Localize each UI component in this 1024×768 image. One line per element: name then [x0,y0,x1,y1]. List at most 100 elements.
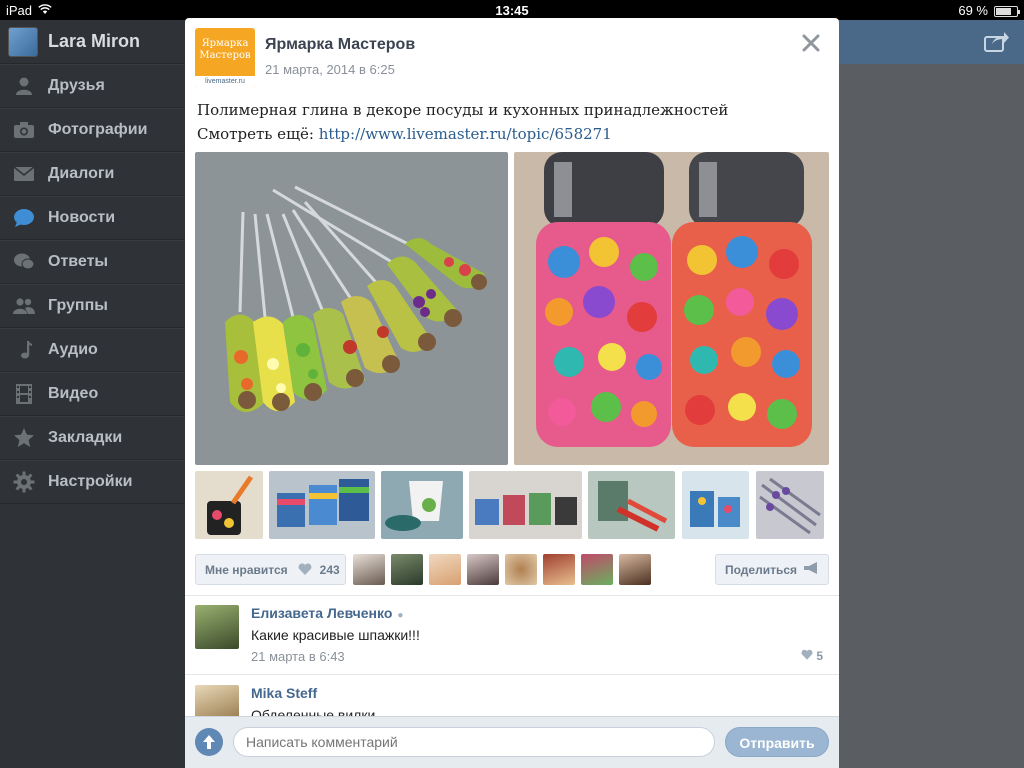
battery-fill [996,7,1012,15]
liker-avatar[interactable] [581,554,613,585]
photo-thumbnail[interactable] [469,471,582,539]
post-text-more: Смотреть ещё: http://www.livemaster.ru/t… [197,122,827,146]
music-note-icon [12,338,36,362]
comment-date: 21 марта в 6:43 [251,649,345,664]
sidebar-item-video[interactable]: Видео [0,372,186,416]
avatar [8,26,38,57]
comment-composer: Отправить [185,716,839,768]
liker-avatar[interactable] [429,554,461,585]
group-logo-text: Ярмарка Мастеров [199,38,251,61]
photo-shakers[interactable] [514,152,829,465]
post-link[interactable]: http://www.livemaster.ru/topic/658271 [319,125,612,143]
chat-bubbles-icon [12,250,36,274]
divider [185,595,839,596]
battery-percent: 69 % [958,3,988,18]
comment-author-row: Mika Steff [251,685,317,701]
share-label: Поделиться [725,562,798,577]
megaphone-icon [803,561,819,578]
gear-icon [12,470,36,494]
group-logo[interactable]: Ярмарка Мастеров livemaster.ru [195,28,255,88]
share-button[interactable]: Поделиться [715,554,829,585]
group-logo-url: livemaster.ru [195,76,255,88]
comment-avatar[interactable] [195,605,239,649]
sidebar-item-groups[interactable]: Группы [0,284,186,328]
post-text-line: Полимерная глина в декоре посуды и кухон… [197,101,729,119]
sidebar-item-audio[interactable]: Аудио [0,328,186,372]
sidebar-item-label: Группы [48,297,108,314]
comment-input[interactable] [233,727,715,757]
post-text-prefix: Смотреть ещё: [197,125,319,143]
camera-icon [12,118,36,142]
sidebar-item-answers[interactable]: Ответы [0,240,186,284]
liker-avatar[interactable] [391,554,423,585]
share-icon[interactable] [984,30,1010,54]
status-right: 69 % [958,3,1020,18]
group-icon [12,294,36,318]
heart-icon [298,562,312,578]
likers-avatars [353,554,651,585]
group-name[interactable]: Ярмарка Мастеров [265,36,415,54]
photo-thumbnail[interactable] [588,471,675,539]
sidebar-item-label: Диалоги [48,165,115,182]
post-modal: Ярмарка Мастеров livemaster.ru Ярмарка М… [185,18,839,768]
comment-likes[interactable]: 5 [801,649,823,663]
sidebar-item-settings[interactable]: Настройки [0,460,186,504]
sidebar-item-label: Настройки [48,473,133,490]
user-name: Lara Miron [48,31,141,51]
photo-thumbnail[interactable] [756,471,824,539]
post-header: Ярмарка Мастеров livemaster.ru Ярмарка М… [195,28,829,98]
liker-avatar[interactable] [619,554,651,585]
photo-thumbnail[interactable] [381,471,463,539]
post-date: 21 марта, 2014 в 6:25 [265,62,395,77]
sidebar: Lara Miron Друзья Фотографии Диалоги Нов… [0,20,186,768]
comment-author-row: Елизавета Левченко ● [251,605,403,621]
comment-author[interactable]: Mika Steff [251,685,317,701]
battery-icon [994,5,1020,17]
sidebar-profile[interactable]: Lara Miron [0,20,186,64]
heart-icon [801,649,813,660]
star-icon [12,426,36,450]
liker-avatar[interactable] [543,554,575,585]
photo-thumbnail[interactable] [269,471,375,539]
online-indicator-icon: ● [397,610,404,621]
sidebar-item-label: Закладки [48,429,123,446]
like-button[interactable]: Мне нравится 243 [195,554,346,585]
send-button[interactable]: Отправить [725,727,829,757]
close-button[interactable] [799,34,823,58]
like-count: 243 [319,562,340,577]
post-text: Полимерная глина в декоре посуды и кухон… [197,98,827,146]
clock: 13:45 [495,3,529,18]
photo-thumbnail[interactable] [682,471,749,539]
comment-item: Елизавета Левченко ● Какие красивые шпажк… [195,605,829,675]
sidebar-item-friends[interactable]: Друзья [0,64,186,108]
film-icon [12,382,36,406]
liker-avatar[interactable] [467,554,499,585]
comment-like-count: 5 [816,649,823,663]
sidebar-item-label: Ответы [48,253,109,270]
sidebar-item-label: Видео [48,385,99,402]
sidebar-item-label: Друзья [48,77,105,94]
sidebar-item-dialogs[interactable]: Диалоги [0,152,186,196]
photo-forks[interactable] [195,152,508,465]
status-bar: iPad 13:45 69 % [0,0,1024,20]
sidebar-item-news[interactable]: Новости [0,196,186,240]
screen: iPad 13:45 69 % Lara Miron Друзья Фотогр… [0,0,1024,768]
liker-avatar[interactable] [353,554,385,585]
divider [185,674,839,675]
sidebar-item-label: Новости [48,209,116,226]
close-icon [802,34,820,52]
like-label: Мне нравится [205,562,288,577]
liker-avatar[interactable] [505,554,537,585]
sidebar-item-label: Фотографии [48,121,148,138]
photo-thumbnail[interactable] [195,471,263,539]
sidebar-item-photos[interactable]: Фотографии [0,108,186,152]
arrow-up-icon [203,735,215,749]
comment-author[interactable]: Елизавета Левченко [251,605,392,621]
sidebar-item-label: Аудио [48,341,98,358]
attach-button[interactable] [195,728,223,756]
speech-bubble-icon [12,206,36,230]
envelope-icon [12,162,36,186]
comment-text: Какие красивые шпажки!!! [251,627,420,643]
person-icon [12,74,36,98]
sidebar-item-bookmarks[interactable]: Закладки [0,416,186,460]
